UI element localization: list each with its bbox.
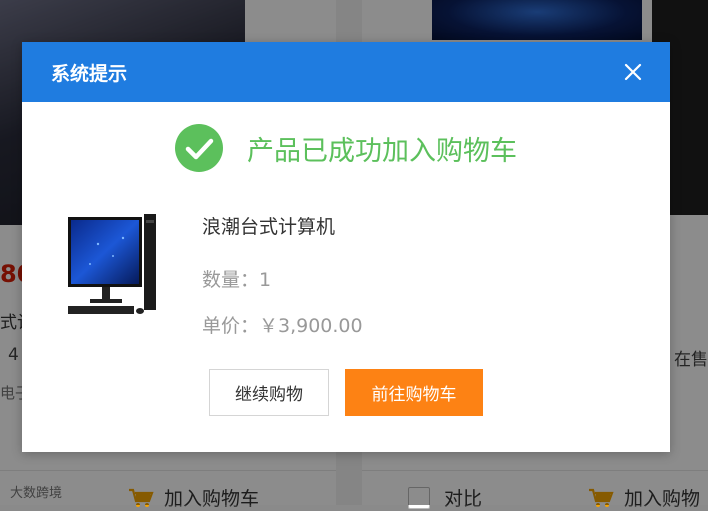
product-name: 浪潮台式计算机 (202, 216, 336, 238)
check-circle-icon (175, 124, 223, 172)
success-message: 产品已成功加入购物车 (247, 135, 517, 167)
success-message-row: 产品已成功加入购物车 (22, 124, 670, 172)
dialog-title: 系统提示 (51, 62, 128, 85)
dialog-header: 系统提示 (22, 42, 670, 102)
go-to-cart-button[interactable]: 前往购物车 (345, 369, 483, 416)
product-unit-price: 单价：￥3,900.00 (202, 315, 363, 337)
continue-shopping-button[interactable]: 继续购物 (209, 369, 329, 416)
product-quantity: 数量：1 (202, 269, 272, 291)
system-prompt-dialog: 系统提示 产品已成功加入购物车 浪潮台式计算机 数量：1 单价：￥3,900.0… (22, 42, 670, 452)
product-image (68, 214, 156, 314)
close-button[interactable] (622, 61, 644, 83)
product-info: 浪潮台式计算机 数量：1 单价：￥3,900.00 (202, 212, 363, 338)
dialog-actions: 继续购物 前往购物车 (209, 369, 483, 416)
close-icon (624, 63, 642, 81)
